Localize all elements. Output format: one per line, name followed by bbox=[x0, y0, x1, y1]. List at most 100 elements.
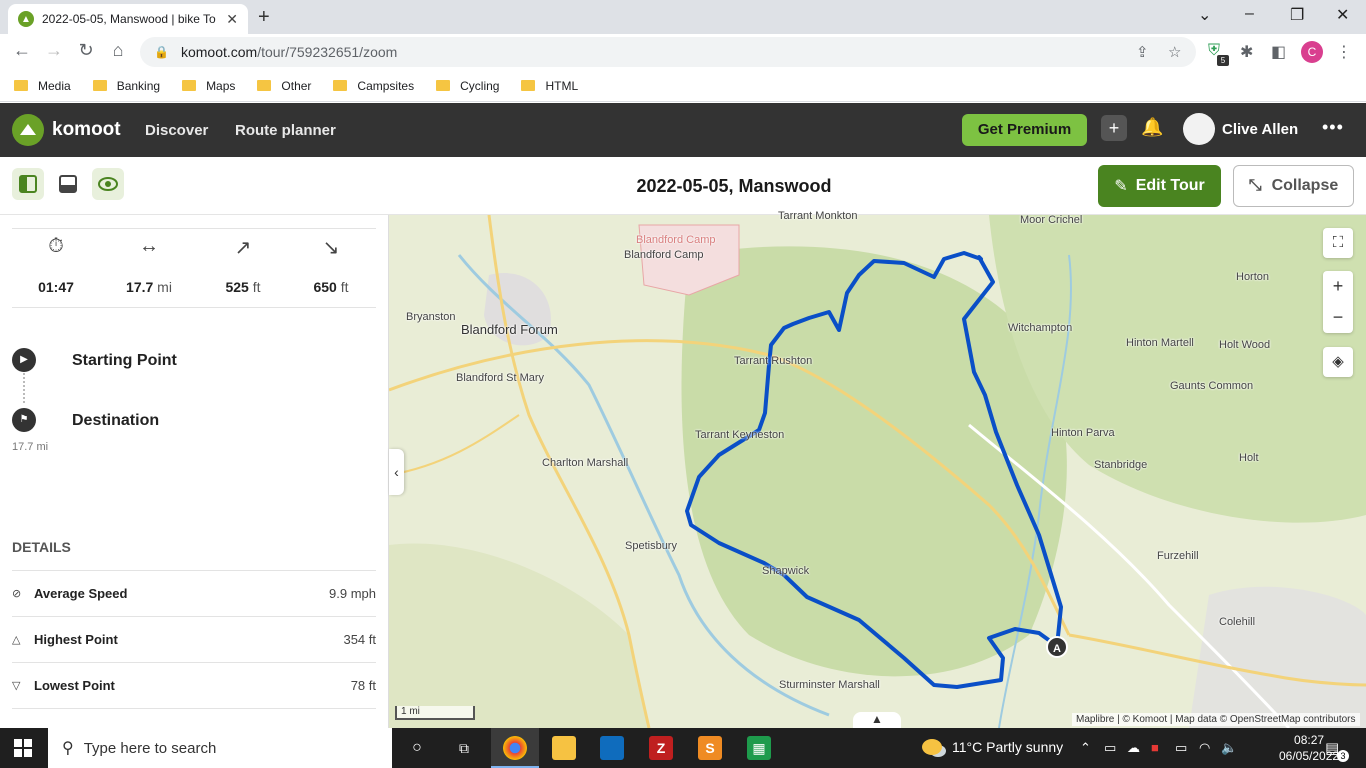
map-label: Furzehill bbox=[1157, 550, 1199, 562]
reload-icon[interactable]: ↻ bbox=[74, 40, 98, 61]
split-view-icon[interactable] bbox=[12, 168, 44, 200]
komoot-logo[interactable]: komoot bbox=[12, 114, 121, 146]
restore-icon[interactable]: ❐ bbox=[1290, 5, 1304, 25]
browser-titlebar: ▲ 2022-05-05, Manswood | bike To ✕ + ⌄ –… bbox=[0, 0, 1366, 34]
stat-downhill: ↘ 650 ft bbox=[287, 235, 375, 295]
spreadsheet-app-icon[interactable]: ▦ bbox=[747, 736, 771, 760]
speed-icon: ⊘ bbox=[12, 588, 22, 600]
tab-search-icon[interactable]: ⌄ bbox=[1198, 5, 1211, 25]
address-bar[interactable]: 🔒 komoot.com/tour/759232651/zoom bbox=[140, 37, 1196, 67]
get-premium-button[interactable]: Get Premium bbox=[962, 114, 1087, 146]
divider bbox=[12, 228, 376, 229]
home-icon[interactable]: ⌂ bbox=[106, 40, 130, 61]
weather-widget[interactable]: 11°C Partly sunny bbox=[922, 739, 1063, 755]
create-plus-icon[interactable]: + bbox=[1101, 115, 1127, 141]
onedrive-cloud-icon[interactable]: ☁ bbox=[1127, 740, 1140, 756]
browser-tab[interactable]: ▲ 2022-05-05, Manswood | bike To ✕ bbox=[8, 4, 248, 34]
tour-sidebar: ⏱ 01:47 ↔ 17.7 mi ↗ 525 ft ↘ 650 ft ▶ St… bbox=[0, 215, 389, 728]
wifi-icon[interactable]: ◠ bbox=[1199, 740, 1210, 756]
search-icon: ⚲ bbox=[62, 740, 74, 757]
pencil-icon: ✎ bbox=[1114, 178, 1128, 195]
bookmark-folder[interactable]: Media bbox=[14, 79, 71, 93]
more-menu-icon[interactable]: ••• bbox=[1322, 117, 1344, 138]
meet-now-icon[interactable]: ▭ bbox=[1104, 740, 1116, 756]
detail-row: ▽ Lowest Point 78 ft bbox=[12, 662, 376, 708]
task-view-icon[interactable]: ⧉ bbox=[452, 736, 476, 760]
windows-taskbar: ⚲ Type here to search ○ ⧉ Z S ▦ 11°C Par… bbox=[0, 728, 1366, 768]
stat-uphill: ↗ 525 ft bbox=[199, 235, 287, 295]
back-icon[interactable]: ← bbox=[10, 40, 34, 61]
brand-name: komoot bbox=[52, 119, 121, 140]
map-label: Blandford Camp bbox=[624, 249, 704, 261]
divider bbox=[12, 708, 376, 709]
user-avatar[interactable] bbox=[1183, 113, 1215, 145]
nav-route-planner[interactable]: Route planner bbox=[235, 122, 336, 139]
folder-icon bbox=[92, 80, 107, 91]
bookmark-folder[interactable]: Other bbox=[257, 79, 311, 93]
map-label: Tarrant Monkton bbox=[778, 210, 858, 222]
file-explorer-icon[interactable] bbox=[552, 736, 576, 760]
url-path: /tour/759232651/zoom bbox=[257, 44, 398, 60]
sublime-text-icon[interactable]: S bbox=[698, 736, 722, 760]
side-panel-icon[interactable]: ◧ bbox=[1271, 42, 1286, 62]
cortana-icon[interactable]: ○ bbox=[405, 736, 429, 760]
collapse-button[interactable]: ⤡ Collapse bbox=[1233, 165, 1354, 207]
bookmark-folder[interactable]: Maps bbox=[182, 79, 235, 93]
eye-visibility-icon[interactable] bbox=[92, 168, 124, 200]
volume-icon[interactable]: 🔈 bbox=[1221, 740, 1237, 756]
microsoft-store-icon[interactable] bbox=[600, 736, 624, 760]
bookmark-star-icon[interactable]: ☆ bbox=[1168, 43, 1181, 61]
share-icon[interactable]: ⇪ bbox=[1136, 43, 1149, 61]
windows-start-icon[interactable] bbox=[14, 739, 32, 757]
map-label: Spetisbury bbox=[625, 540, 677, 552]
detail-row: ⊘ Average Speed 9.9 mph bbox=[12, 570, 376, 616]
nav-discover[interactable]: Discover bbox=[145, 122, 208, 139]
bookmark-folder[interactable]: Campsites bbox=[333, 79, 414, 93]
forward-icon[interactable]: → bbox=[42, 40, 66, 61]
recenter-icon[interactable]: ⛶ bbox=[1323, 228, 1353, 258]
profile-avatar[interactable]: C bbox=[1301, 41, 1323, 63]
extensions-puzzle-icon[interactable]: ✱ bbox=[1240, 42, 1253, 62]
waypoint-destination[interactable]: Destination bbox=[72, 412, 159, 430]
tab-close-icon[interactable]: ✕ bbox=[226, 11, 238, 28]
zoom-control: + − bbox=[1323, 271, 1353, 333]
extension-badge: 5 bbox=[1217, 55, 1229, 66]
user-name[interactable]: Clive Allen bbox=[1222, 121, 1298, 138]
tour-map[interactable] bbox=[389, 215, 1366, 728]
layers-icon[interactable]: ◈ bbox=[1323, 347, 1353, 377]
window-close-icon[interactable]: ✕ bbox=[1336, 5, 1349, 25]
taskbar-search[interactable]: ⚲ Type here to search bbox=[48, 728, 392, 768]
chrome-app-icon[interactable] bbox=[503, 736, 527, 760]
map-attribution[interactable]: Maplibre | © Komoot | Map data © OpenStr… bbox=[1072, 713, 1360, 726]
chrome-menu-icon[interactable]: ⋮ bbox=[1336, 42, 1352, 62]
partly-sunny-icon bbox=[922, 739, 942, 755]
lock-icon: 🔒 bbox=[154, 45, 169, 59]
sidebar-collapse-chevron-icon[interactable]: ‹ bbox=[389, 449, 404, 495]
notifications-bell-icon[interactable]: 🔔 bbox=[1141, 117, 1163, 138]
zoom-in-icon[interactable]: + bbox=[1323, 271, 1353, 302]
bookmark-folder[interactable]: Cycling bbox=[436, 79, 499, 93]
minimize-icon[interactable]: – bbox=[1245, 5, 1254, 23]
stat-distance: ↔ 17.7 mi bbox=[105, 235, 193, 295]
tray-chevron-icon[interactable]: ⌃ bbox=[1080, 740, 1091, 756]
bookmark-folder[interactable]: HTML bbox=[521, 79, 578, 93]
bookmarks-bar: Media Banking Maps Other Campsites Cycli… bbox=[0, 70, 1366, 102]
map-label: Holt Wood bbox=[1219, 339, 1271, 351]
waypoint-start[interactable]: Starting Point bbox=[72, 352, 177, 370]
map-label: Blandford Forum bbox=[461, 322, 558, 337]
zoom-out-icon[interactable]: − bbox=[1323, 302, 1353, 333]
divider bbox=[12, 307, 376, 308]
battery-icon[interactable]: ▭ bbox=[1175, 740, 1187, 756]
bottom-panel-view-icon[interactable] bbox=[52, 168, 84, 200]
map-label: Moor Crichel bbox=[1020, 214, 1083, 226]
map-label: Blandford St Mary bbox=[456, 372, 545, 384]
details-heading: DETAILS bbox=[12, 539, 71, 555]
edit-tour-button[interactable]: ✎ Edit Tour bbox=[1098, 165, 1221, 207]
waypoint-distance: 17.7 mi bbox=[12, 441, 49, 453]
start-marker[interactable]: A bbox=[1046, 636, 1068, 658]
filezilla-icon[interactable]: Z bbox=[649, 736, 673, 760]
new-tab-button[interactable]: + bbox=[258, 6, 270, 29]
bookmark-folder[interactable]: Banking bbox=[92, 79, 160, 93]
tour-toolbar: 2022-05-05, Manswood ✎ Edit Tour ⤡ Colla… bbox=[0, 157, 1366, 215]
tray-app-icon[interactable]: ■ bbox=[1151, 740, 1159, 755]
